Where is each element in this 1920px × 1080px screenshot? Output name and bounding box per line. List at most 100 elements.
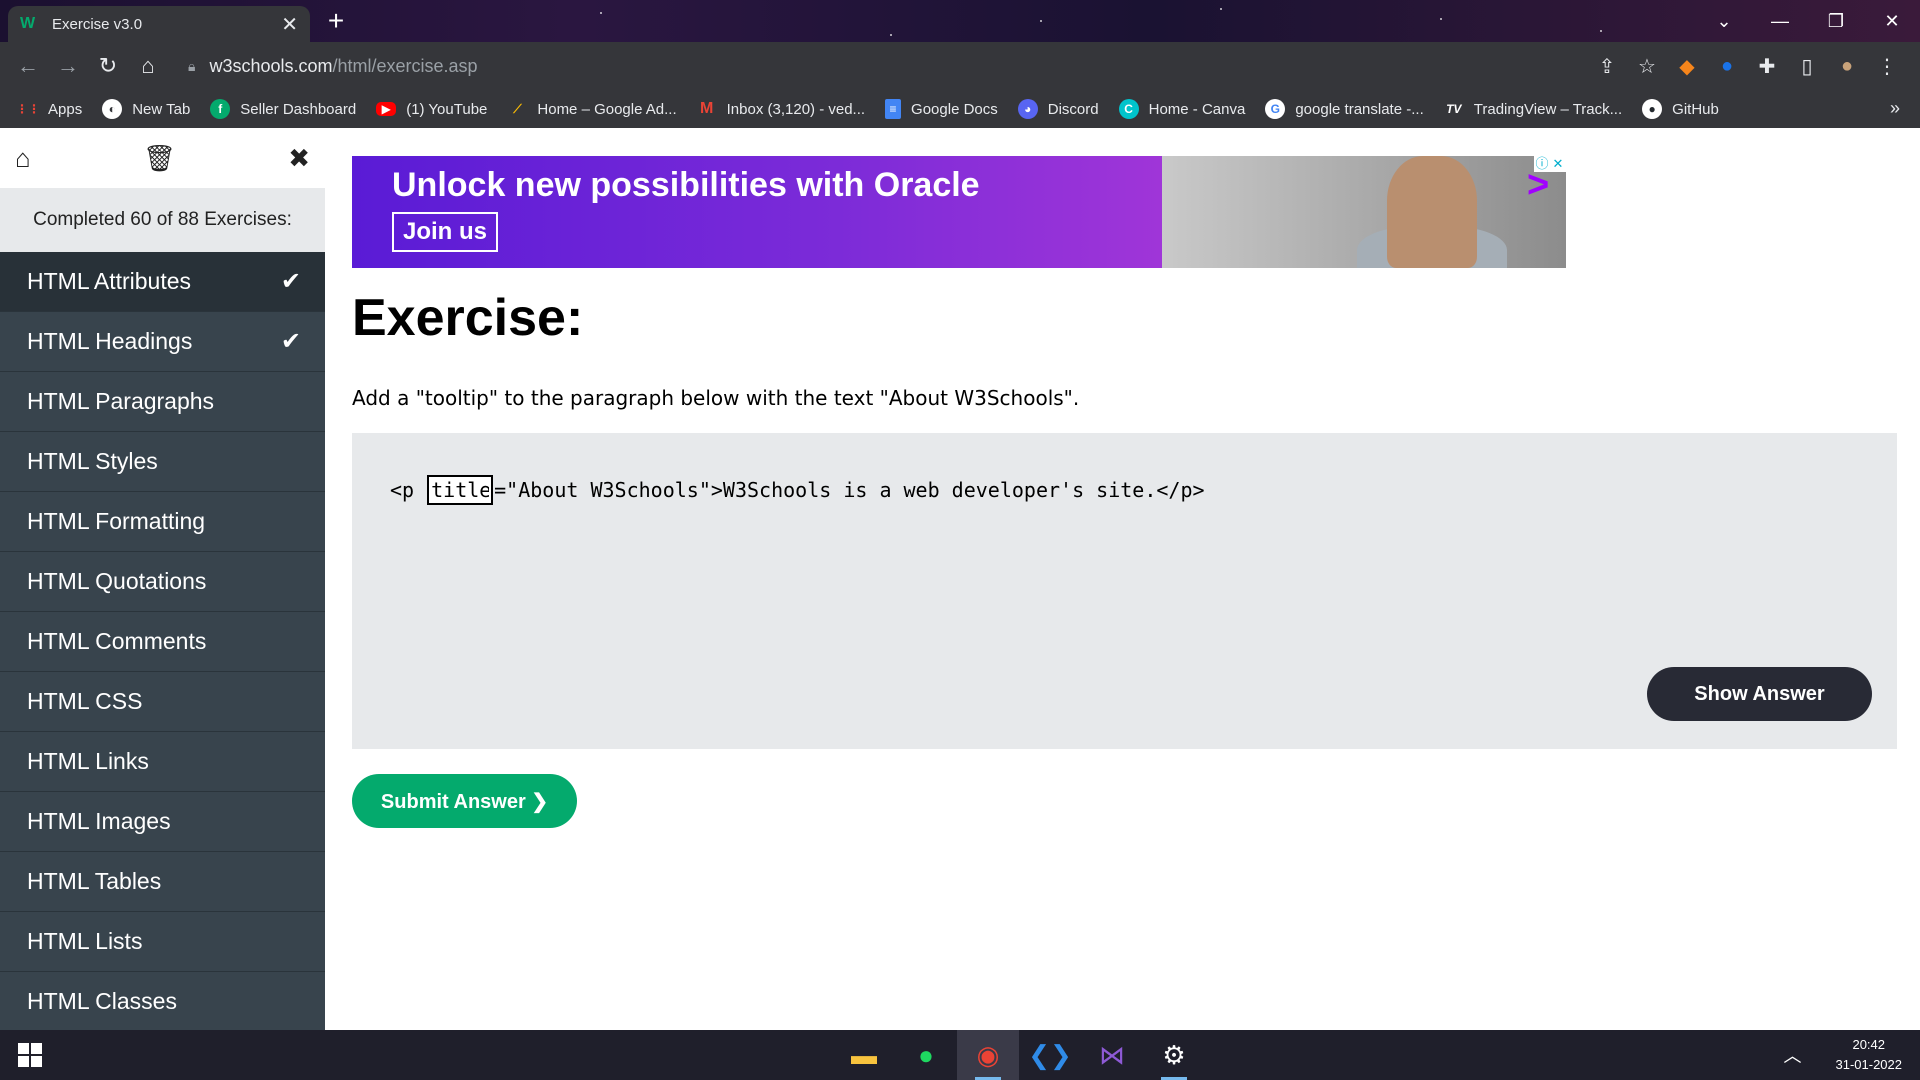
background-star (1220, 8, 1222, 10)
chapter-label: HTML Headings (27, 328, 193, 354)
checkmark-icon: ✔ (280, 268, 301, 295)
exercise-main: Unlock new possibilities with Oracle Joi… (325, 128, 1920, 1030)
bookmarks-overflow-icon[interactable]: » (1890, 98, 1900, 119)
code-panel: <p ="About W3Schools">W3Schools is a web… (352, 433, 1897, 749)
chapter-label: HTML Comments (27, 628, 207, 654)
vscode-icon[interactable]: ❮❯ (1019, 1030, 1081, 1080)
clock[interactable]: 20:42 31-01-2022 (1836, 1035, 1903, 1075)
home-icon[interactable]: ⌂ (128, 46, 168, 86)
start-icon-square (31, 1056, 42, 1067)
chapter-label: HTML Classes (27, 988, 177, 1014)
ad-photo-face (1387, 156, 1477, 268)
bookmark-label: (1) YouTube (406, 100, 488, 118)
background-star (1040, 20, 1042, 22)
tradingview-icon: TV (1446, 102, 1462, 116)
bookmark-item[interactable]: ▶ (1) YouTube (376, 101, 487, 118)
gmail-icon: M (699, 100, 714, 117)
chapter-item-html-comments[interactable]: HTML Comments (0, 612, 325, 672)
metamask-extension-icon[interactable]: ◆ (1668, 47, 1706, 85)
share-icon[interactable]: ⇪ (1588, 47, 1626, 85)
url-host: w3schools.com (209, 55, 333, 76)
address-bar[interactable]: 🔒︎ w3schools.com /html/exercise.asp (188, 48, 1588, 84)
answer-input[interactable] (427, 475, 494, 505)
canva-icon: C (1118, 99, 1139, 119)
bookmark-item[interactable]: ● GitHub (1642, 99, 1719, 119)
ad-close-icon[interactable]: ✕ (1550, 156, 1566, 172)
file-explorer-icon[interactable]: ▬ (833, 1030, 895, 1080)
bookmark-item[interactable]: C Home - Canva (1118, 99, 1245, 119)
chapter-item-html-images[interactable]: HTML Images (0, 792, 325, 852)
show-answer-button[interactable]: Show Answer (1647, 667, 1872, 721)
start-icon-square (31, 1043, 42, 1054)
minimize-button[interactable]: — (1752, 0, 1808, 42)
submit-answer-button[interactable]: Submit Answer ❯ (352, 774, 577, 828)
code-suffix: ="About W3Schools">W3Schools is a web de… (494, 478, 1205, 502)
trash-icon[interactable]: 🗑︎ (143, 143, 176, 174)
chapter-item-html-tables[interactable]: HTML Tables (0, 852, 325, 912)
tab-close-icon[interactable]: ✕ (281, 12, 298, 37)
bookmark-item[interactable]: f Seller Dashboard (210, 99, 356, 119)
chapter-label: HTML Images (27, 808, 171, 834)
ad-photo (1162, 156, 1566, 268)
bookmark-item[interactable]: ⟋ Home – Google Ad... (507, 99, 676, 119)
chapter-item-html-lists[interactable]: HTML Lists (0, 912, 325, 972)
bookmark-item[interactable]: M Inbox (3,120) - ved... (697, 99, 865, 119)
new-tab-button[interactable]: + (318, 6, 354, 36)
side-panel-icon[interactable]: ▯ (1788, 47, 1826, 85)
profile-avatar-icon[interactable]: ● (1828, 47, 1866, 85)
browser-toolbar: ← → ↻ ⌂ 🔒︎ w3schools.com /html/exercise.… (0, 42, 1920, 90)
w3schools-favicon-icon: W (20, 15, 36, 32)
extension-blue-icon[interactable]: ● (1708, 47, 1746, 85)
bookmark-item[interactable]: G google translate -... (1265, 99, 1424, 119)
background-star (1600, 30, 1602, 32)
bookmark-item[interactable]: ◐ New Tab (102, 99, 190, 119)
windows-taskbar: ▬ ● ◉ ❮❯ ⋈ ⚙ ︿ 20:42 31-01-2022 (0, 1030, 1920, 1080)
home-icon[interactable]: ⌂ (15, 143, 31, 174)
close-icon[interactable]: ✖ (288, 143, 310, 174)
menu-kebab-icon[interactable]: ⋮ (1868, 47, 1906, 85)
github-icon: ● (1642, 99, 1663, 119)
chapter-item-html-headings[interactable]: HTML Headings ✔ (0, 312, 325, 372)
bookmark-label: New Tab (132, 100, 191, 118)
tray-overflow-icon[interactable]: ︿ (1784, 1042, 1802, 1068)
chapter-item-html-links[interactable]: HTML Links (0, 732, 325, 792)
tab-search-icon[interactable]: ⌄ (1696, 0, 1752, 42)
chapter-item-html-formatting[interactable]: HTML Formatting (0, 492, 325, 552)
forward-arrow-icon[interactable]: → (48, 46, 88, 86)
chapter-label: HTML Quotations (27, 568, 207, 594)
ad-cta-button[interactable]: Join us (392, 212, 499, 252)
ad-badges: ⓘ ✕ (1534, 156, 1566, 172)
restore-button[interactable]: ❐ (1808, 0, 1864, 42)
chapter-item-html-styles[interactable]: HTML Styles (0, 432, 325, 492)
extensions-puzzle-icon[interactable]: ✚ (1748, 47, 1786, 85)
browser-tab-active[interactable]: W Exercise v3.0 ✕ (8, 6, 310, 42)
chapter-item-html-attributes[interactable]: HTML Attributes ✔ (0, 252, 325, 312)
close-window-button[interactable]: ✕ (1864, 0, 1920, 42)
windows-start-icon[interactable] (18, 1043, 42, 1067)
bookmark-item[interactable]: ⋮⋮ Apps (16, 99, 82, 119)
code-prefix: <p (390, 478, 427, 502)
bookmark-item[interactable]: ◕ Discord (1017, 99, 1099, 119)
chapter-item-html-paragraphs[interactable]: HTML Paragraphs (0, 372, 325, 432)
visual-studio-icon[interactable]: ⋈ (1081, 1030, 1143, 1080)
reload-icon[interactable]: ↻ (88, 46, 128, 86)
bookmark-star-icon[interactable]: ☆ (1628, 47, 1666, 85)
bookmark-label: Discord (1047, 100, 1099, 118)
chapter-item-html-css[interactable]: HTML CSS (0, 672, 325, 732)
advertisement-banner[interactable]: Unlock new possibilities with Oracle Joi… (352, 156, 1566, 268)
bookmark-item[interactable]: TV TradingView – Track... (1444, 99, 1622, 119)
lock-icon[interactable]: 🔒︎ (188, 58, 195, 75)
chapter-item-html-quotations[interactable]: HTML Quotations (0, 552, 325, 612)
chrome-icon[interactable]: ◉ (957, 1030, 1019, 1080)
chapter-item-html-classes[interactable]: HTML Classes (0, 972, 325, 1032)
ad-info-icon[interactable]: ⓘ (1534, 156, 1550, 172)
exercise-instructions: Add a "tooltip" to the paragraph below w… (352, 386, 1080, 410)
back-arrow-icon[interactable]: ← (8, 46, 48, 86)
bookmark-label: Seller Dashboard (240, 100, 357, 118)
spotify-icon[interactable]: ● (895, 1030, 957, 1080)
toolbar-actions: ⇪ ☆ ◆ ● ✚ ▯ ● ⋮ (1588, 47, 1920, 85)
bookmark-item[interactable]: ≡ Google Docs (885, 99, 998, 119)
tab-title: Exercise v3.0 (52, 15, 143, 33)
background-star (890, 34, 892, 36)
settings-gear-icon[interactable]: ⚙ (1143, 1030, 1205, 1080)
